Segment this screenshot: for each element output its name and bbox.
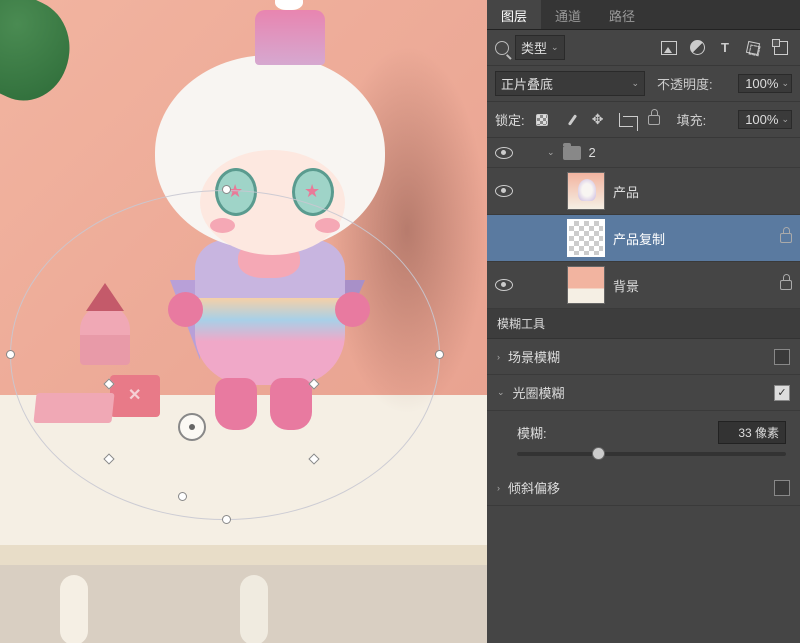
iris-blur-center-pin[interactable] (178, 413, 206, 441)
scene-table-leg (60, 575, 88, 643)
tilt-shift-label: 倾斜偏移 (508, 478, 560, 497)
scene-table-leg (240, 575, 268, 643)
chevron-down-icon: ⌄ (781, 114, 789, 125)
opacity-label: 不透明度: (657, 74, 713, 93)
chevron-down-icon: ⌄ (781, 78, 789, 89)
tilt-shift-group[interactable]: › 倾斜偏移 (487, 470, 800, 506)
visibility-icon[interactable] (495, 147, 513, 159)
iris-blur-handle[interactable] (222, 515, 231, 524)
panel-tabs: 图层 通道 路径 (487, 0, 800, 30)
folder-icon (563, 146, 581, 160)
iris-blur-handle[interactable] (222, 185, 231, 194)
fill-label: 填充: (677, 110, 707, 129)
canvas-viewport[interactable] (0, 0, 487, 643)
scene-doll-blush (315, 218, 340, 233)
lock-pixels-icon[interactable] (559, 109, 581, 131)
layer-thumbnail[interactable] (567, 219, 605, 257)
blur-tools-title: 模糊工具 (487, 309, 800, 339)
fill-input[interactable]: 100% ⌄ (738, 110, 792, 129)
filter-type-dropdown[interactable]: 类型 ⌄ (515, 35, 565, 60)
iris-blur-toggle[interactable]: ✓ (774, 385, 790, 401)
expand-icon[interactable]: › (497, 352, 500, 362)
lock-icon[interactable] (780, 280, 792, 290)
layer-name[interactable]: 2 (589, 145, 596, 160)
tilt-shift-toggle[interactable] (774, 480, 790, 496)
search-icon (495, 41, 509, 55)
scene-doll-eye (215, 168, 257, 216)
scene-doll-eye (292, 168, 334, 216)
blend-mode-value: 正片叠底 (501, 74, 553, 93)
blur-amount-slider[interactable] (517, 452, 786, 456)
layer-name[interactable]: 产品复制 (613, 229, 665, 248)
tab-channels[interactable]: 通道 (541, 0, 595, 29)
layer-row-background[interactable]: 背景 (487, 262, 800, 309)
layer-name[interactable]: 背景 (613, 276, 639, 295)
filter-type-icon[interactable]: T (714, 37, 736, 59)
visibility-icon[interactable] (495, 185, 513, 197)
blur-tools-panel: 模糊工具 › 场景模糊 ⌄ 光圈模糊 ✓ 模糊: 33 像素 › 倾斜偏移 (487, 309, 800, 643)
iris-blur-roundness-handle[interactable] (178, 492, 187, 501)
layer-filter-row: 类型 ⌄ T (487, 30, 800, 66)
scene-block-bar (33, 393, 114, 423)
opacity-input[interactable]: 100% ⌄ (738, 74, 792, 93)
blend-mode-row: 正片叠底 ⌄ 不透明度: 100% ⌄ (487, 66, 800, 102)
layer-thumbnail[interactable] (567, 172, 605, 210)
field-blur-label: 场景模糊 (508, 347, 560, 366)
scene-doll-hand (335, 292, 370, 327)
lock-all-icon[interactable] (643, 109, 665, 131)
lock-row: 锁定: ✥ 填充: 100% ⌄ (487, 102, 800, 138)
layer-row-product[interactable]: 产品 (487, 168, 800, 215)
expand-icon[interactable]: › (497, 483, 500, 493)
iris-blur-handle[interactable] (6, 350, 15, 359)
chevron-down-icon: ⌄ (551, 42, 559, 53)
scene-doll-boot (215, 378, 257, 430)
visibility-icon[interactable] (495, 279, 513, 291)
fill-value: 100% (745, 112, 778, 127)
chevron-down-icon: ⌄ (631, 78, 639, 89)
opacity-value: 100% (745, 76, 778, 91)
layer-row-product-copy[interactable]: 产品复制 (487, 215, 800, 262)
filter-adjustment-icon[interactable] (686, 37, 708, 59)
scene-doll-blush (210, 218, 235, 233)
lock-icon[interactable] (780, 233, 792, 243)
filter-pixel-icon[interactable] (658, 37, 680, 59)
lock-transparency-icon[interactable] (531, 109, 553, 131)
filter-type-label: 类型 (521, 38, 547, 57)
blur-amount-label: 模糊: (517, 423, 547, 442)
iris-blur-handle[interactable] (435, 350, 444, 359)
scene-doll-hand (168, 292, 203, 327)
scene-block-cube (110, 375, 160, 417)
blend-mode-dropdown[interactable]: 正片叠底 ⌄ (495, 71, 645, 96)
layer-group-row[interactable]: ⌄ 2 (487, 138, 800, 168)
scene-doll-hat (255, 10, 325, 65)
tab-paths[interactable]: 路径 (595, 0, 649, 29)
slider-thumb[interactable] (592, 447, 605, 460)
lock-artboard-icon[interactable] (615, 109, 637, 131)
field-blur-toggle[interactable] (774, 349, 790, 365)
scene-doll-boot (270, 378, 312, 430)
iris-blur-group[interactable]: ⌄ 光圈模糊 ✓ (487, 375, 800, 411)
layers-list: ⌄ 2 产品 产品复制 背景 (487, 138, 800, 309)
layer-name[interactable]: 产品 (613, 182, 639, 201)
collapse-icon[interactable]: ⌄ (497, 387, 505, 398)
lock-label: 锁定: (495, 110, 525, 129)
scene-block-house (80, 305, 130, 365)
blur-amount-input[interactable]: 33 像素 (718, 421, 786, 444)
field-blur-group[interactable]: › 场景模糊 (487, 339, 800, 375)
tab-layers[interactable]: 图层 (487, 0, 541, 29)
lock-position-icon[interactable]: ✥ (587, 109, 609, 131)
iris-blur-label: 光圈模糊 (513, 383, 565, 402)
scene-table-edge (0, 545, 487, 565)
layers-panel: 图层 通道 路径 类型 ⌄ T 正片叠底 ⌄ 不透明度: 100% ⌄ 锁定: … (487, 0, 800, 643)
iris-blur-amount-row: 模糊: 33 像素 (487, 411, 800, 470)
expand-icon[interactable]: ⌄ (547, 147, 555, 158)
layer-thumbnail[interactable] (567, 266, 605, 304)
filter-shape-icon[interactable] (742, 37, 764, 59)
filter-smart-icon[interactable] (770, 37, 792, 59)
